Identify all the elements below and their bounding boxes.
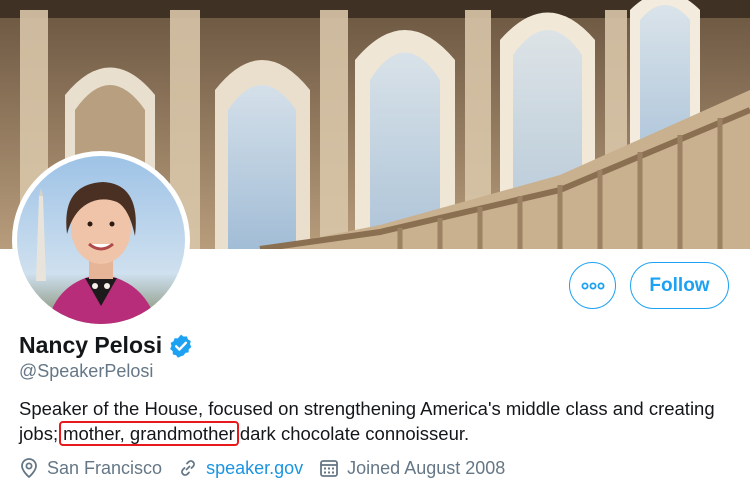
location-pin-icon [21, 458, 37, 479]
location-item: San Francisco [19, 457, 162, 479]
website-link[interactable]: speaker.gov [206, 458, 303, 479]
bio-text-end: dark chocolate connoisseur. [239, 423, 470, 444]
joined-text: Joined August 2008 [347, 457, 506, 478]
profile-name: Nancy Pelosi [19, 332, 163, 358]
website-item[interactable]: speaker.gov [178, 458, 303, 479]
location-text: San Francisco [47, 457, 163, 478]
profile-name-row: Nancy Pelosi [19, 332, 194, 359]
profile-handle: @SpeakerPelosi [19, 361, 154, 381]
more-options-icon [581, 282, 604, 289]
profile-meta: San Francisco speaker.gov Joined August … [19, 457, 521, 479]
profile-avatar[interactable] [12, 151, 190, 329]
verified-badge-icon [168, 333, 194, 359]
bio-highlighted-phrase: mother, grandmother [59, 421, 239, 446]
follow-button[interactable]: Follow [630, 262, 729, 309]
profile-bio: Speaker of the House, focused on strengt… [19, 396, 731, 446]
more-options-button[interactable] [569, 262, 616, 309]
link-icon [181, 460, 195, 476]
joined-item: Joined August 2008 [319, 458, 505, 479]
avatar-photo [17, 156, 185, 324]
calendar-icon [320, 460, 339, 477]
